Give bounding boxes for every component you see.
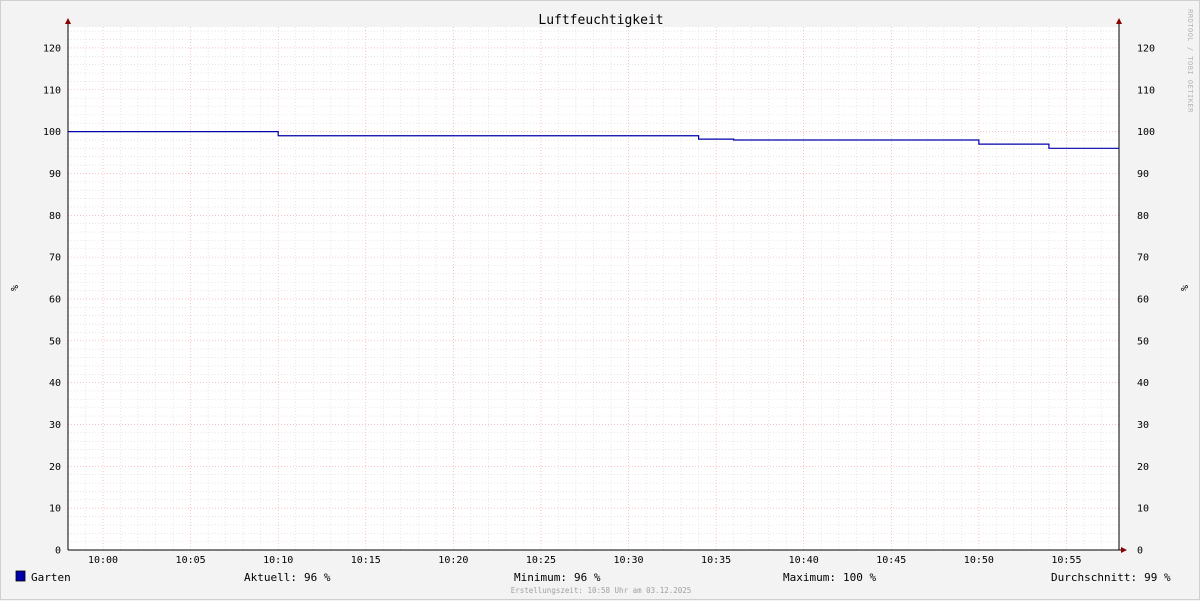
y-tick-label-right: 30 — [1137, 420, 1149, 431]
x-tick-label: 10:30 — [613, 555, 643, 566]
y-tick-label-left: 120 — [43, 43, 61, 54]
y-tick-label-right: 70 — [1137, 253, 1149, 264]
grid — [68, 27, 1119, 550]
x-tick-label: 10:25 — [526, 555, 556, 566]
y-tick-label-right: 100 — [1137, 127, 1155, 138]
humidity-chart: Luftfeuchtigkeit 0 0 10 10 20 20 30 30 40 40 50 50 6… — [1, 1, 1200, 601]
x-tick-label: 10:20 — [438, 555, 468, 566]
y-tick-label-left: 70 — [49, 253, 61, 264]
y-tick-label-left: 20 — [49, 462, 61, 473]
x-tick-label: 10:40 — [789, 555, 819, 566]
legend-stat-average: Durchschnitt:99 % — [1051, 571, 1171, 584]
y-tick-label-right: 60 — [1137, 294, 1149, 305]
y-tick-label-left: 100 — [43, 127, 61, 138]
y-tick-label-left: 80 — [49, 211, 61, 222]
y-axis-unit-left: % — [8, 285, 19, 291]
y-tick-label-left: 0 — [55, 546, 61, 557]
y-tick-label-right: 120 — [1137, 43, 1155, 54]
y-axis-left-arrow — [65, 18, 71, 24]
y-tick-label-left: 30 — [49, 420, 61, 431]
x-tick-label: 10:00 — [88, 555, 118, 566]
legend-stat-minimum: Minimum:96 % — [514, 571, 601, 584]
y-tick-label-left: 110 — [43, 85, 61, 96]
y-tick-label-right: 40 — [1137, 378, 1149, 389]
legend: Garten Aktuell:96 % Minimum:96 % Maximum… — [16, 571, 1171, 584]
y-tick-label-right: 80 — [1137, 211, 1149, 222]
legend-stat-maximum: Maximum:100 % — [783, 571, 876, 584]
legend-stat-current: Aktuell:96 % — [244, 571, 331, 584]
x-tick-label: 10:15 — [351, 555, 381, 566]
y-tick-label-right: 110 — [1137, 85, 1155, 96]
y-tick-label-right: 90 — [1137, 169, 1149, 180]
x-axis-arrow — [1121, 547, 1127, 553]
y-tick-label-right: 0 — [1137, 546, 1143, 557]
x-tick-label: 10:55 — [1051, 555, 1081, 566]
x-tick-label: 10:50 — [964, 555, 994, 566]
x-tick-label: 10:10 — [263, 555, 293, 566]
y-tick-label-left: 10 — [49, 504, 61, 515]
y-tick-label-right: 50 — [1137, 336, 1149, 347]
graph-page: Luftfeuchtigkeit 0 0 10 10 20 20 30 30 40 40 50 50 6… — [0, 0, 1200, 600]
watermark: RRDTOOL / TOBI OETIKER — [1186, 9, 1194, 113]
x-tick-label: 10:45 — [876, 555, 906, 566]
x-tick-label: 10:35 — [701, 555, 731, 566]
footer-timestamp: Erstellungszeit: 10:58 Uhr am 03.12.2025 — [511, 586, 692, 595]
y-tick-label-left: 40 — [49, 378, 61, 389]
chart-title: Luftfeuchtigkeit — [538, 13, 663, 28]
y-axis-unit-right: % — [1178, 285, 1189, 291]
y-tick-label-right: 10 — [1137, 504, 1149, 515]
legend-series-name: Garten — [31, 571, 71, 584]
y-tick-label-left: 50 — [49, 336, 61, 347]
x-tick-label: 10:05 — [176, 555, 206, 566]
y-tick-label-right: 20 — [1137, 462, 1149, 473]
y-tick-label-left: 90 — [49, 169, 61, 180]
y-tick-label-left: 60 — [49, 294, 61, 305]
y-axis-right-arrow — [1116, 18, 1122, 24]
legend-swatch-garten — [16, 571, 25, 581]
